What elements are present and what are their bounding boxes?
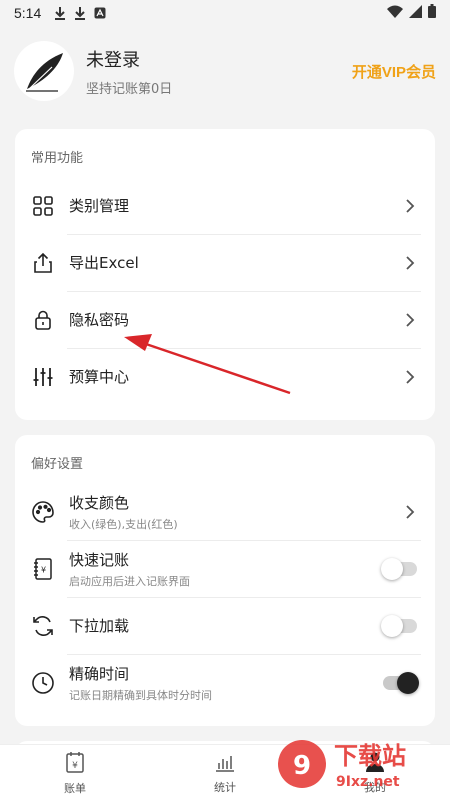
svg-text:9: 9 [293,751,311,781]
section-title: 常用功能 [31,151,84,166]
chevron-right-icon [405,198,417,214]
item-description: 记账日期精确到具体时分时间 [69,688,212,702]
grid-icon [31,194,55,218]
nav-label: 统计 [214,780,236,794]
palette-icon [31,500,55,524]
item-label: 类别管理 [69,197,130,215]
item-label: 快速记账 [69,550,130,569]
income-expense-color-item[interactable]: 收支颜色 收入(绿色),支出(红色) [15,483,435,540]
export-excel-item[interactable]: 导出Excel [15,234,435,291]
chevron-right-icon [405,504,417,520]
chevron-right-icon [405,312,417,328]
ledger-icon: ¥ [31,557,55,581]
status-bar: 5:14 [0,0,450,26]
lock-icon [31,308,55,332]
chevron-right-icon [405,369,417,385]
precise-time-toggle[interactable] [383,671,419,694]
item-label: 导出Excel [69,254,139,272]
user-name[interactable]: 未登录 [86,46,172,72]
share-icon [31,251,55,275]
item-label: 下拉加载 [69,617,130,635]
nav-bills[interactable]: ¥ 账单 [0,745,150,800]
bill-icon: ¥ [64,750,86,778]
watermark-title: 下载站 [334,742,406,770]
battery-icon [428,4,436,22]
svg-text:¥: ¥ [41,565,46,574]
avatar[interactable] [14,41,74,101]
item-label: 隐私密码 [69,311,130,329]
profile-header[interactable]: 未登录 坚持记账第0日 开通VIP会员 [14,36,436,106]
watermark-url: 9Ixz.net [336,774,400,790]
item-description: 启动应用后进入记账界面 [69,574,190,588]
privacy-password-item[interactable]: 隐私密码 [15,291,435,348]
preferences-card: 偏好设置 收支颜色 收入(绿色),支出(红色) ¥ 快速记账 启动应用后进入记账… [15,435,435,726]
common-functions-card: 常用功能 类别管理 导出Excel 隐私密码 预算中心 [15,129,435,420]
signal-icon [409,4,422,22]
bar-chart-icon [214,751,236,777]
item-label: 精确时间 [69,664,130,683]
app-notification-icon [93,6,107,20]
site-watermark: 9 下载站 9Ixz.net [276,734,444,794]
feather-icon [26,53,63,92]
wifi-icon [387,5,403,22]
status-time: 5:14 [14,5,42,21]
budget-center-item[interactable]: 预算中心 [15,348,435,405]
pull-to-load-toggle[interactable] [381,614,417,637]
item-description: 收入(绿色),支出(红色) [69,517,178,531]
pull-to-load-item[interactable]: 下拉加载 [15,597,435,654]
category-management-item[interactable]: 类别管理 [15,177,435,234]
download-icon [53,6,67,20]
download-icon [73,6,87,20]
quick-record-toggle[interactable] [381,557,417,580]
quick-record-item[interactable]: ¥ 快速记账 启动应用后进入记账界面 [15,540,435,597]
vip-link[interactable]: 开通VIP会员 [352,61,436,82]
chevron-right-icon [405,255,417,271]
refresh-icon [31,614,55,638]
bookkeeping-days: 坚持记账第0日 [86,81,173,97]
sliders-icon [31,365,55,389]
nav-label: 账单 [64,781,86,795]
svg-text:¥: ¥ [72,761,78,771]
item-label: 预算中心 [69,368,130,386]
clock-icon [31,671,55,695]
precise-time-item[interactable]: 精确时间 记账日期精确到具体时分时间 [15,654,435,711]
section-title: 偏好设置 [31,457,84,472]
item-label: 收支颜色 [69,493,130,512]
